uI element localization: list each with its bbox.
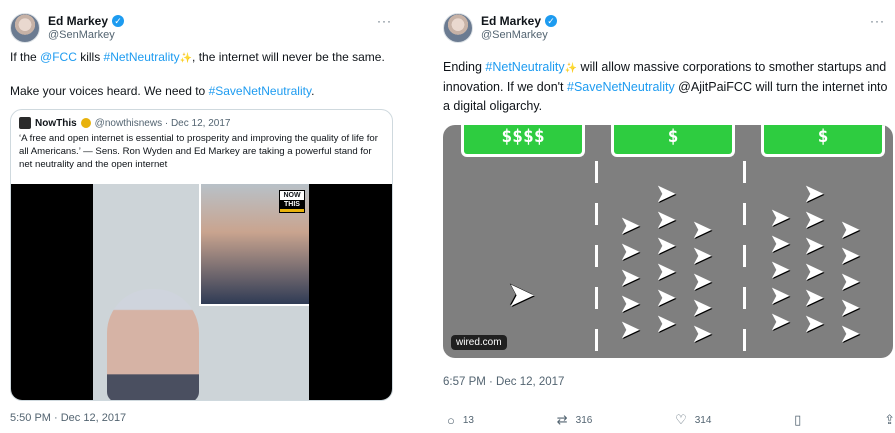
- timestamp[interactable]: 5:50 PM · Dec 12, 2017: [10, 412, 126, 424]
- handle[interactable]: @SenMarkey: [481, 28, 557, 42]
- cursor-stack-icon: ➤ ➤ ➤ ➤ ➤: [691, 215, 713, 349]
- cursor-stack-icon: ➤ ➤ ➤ ➤ ➤: [619, 211, 641, 345]
- quoted-text: ‘A free and open internet is essential t…: [19, 133, 378, 170]
- sparkle-icon: ✨: [179, 53, 193, 64]
- lane-divider: [595, 329, 598, 351]
- retweet-button[interactable]: ⇄ 316: [557, 412, 593, 428]
- text-segment: , the internet will never be the same.: [192, 50, 385, 64]
- lane-header-3: $: [761, 125, 885, 157]
- more-options-icon[interactable]: ···: [870, 14, 885, 28]
- like-button[interactable]: ♡ 314: [675, 412, 711, 428]
- verified-org-icon: [80, 118, 91, 128]
- cursor-stack-icon: ➤ ➤ ➤ ➤ ➤: [839, 215, 861, 349]
- quoted-name: NowThis: [35, 117, 77, 129]
- handle[interactable]: @SenMarkey: [48, 28, 124, 42]
- more-options-icon[interactable]: ···: [377, 14, 392, 28]
- author-block: Ed Markey ✓ @SenMarkey: [48, 14, 125, 42]
- avatar[interactable]: [443, 13, 473, 43]
- lane-divider: [743, 245, 746, 267]
- lane-divider: [743, 287, 746, 309]
- mention-link[interactable]: @FCC: [40, 50, 77, 64]
- retweet-icon: ⇄: [556, 412, 568, 427]
- column-divider: [408, 0, 425, 433]
- lane-header-2: $: [611, 125, 735, 157]
- media-source-label[interactable]: wired.com: [451, 335, 507, 350]
- text-segment: If the: [10, 50, 41, 64]
- text-segment: Make your voices heard. We need to: [10, 84, 209, 98]
- share-button[interactable]: ⇪: [884, 412, 895, 428]
- cursor-stack-icon: ➤ ➤ ➤ ➤ ➤ ➤: [803, 179, 825, 339]
- lane-divider: [595, 287, 598, 309]
- reply-icon: ○: [447, 412, 455, 428]
- bookmark-icon: ▯: [794, 412, 802, 427]
- hashtag-link[interactable]: #SaveNetNeutrality: [209, 84, 312, 98]
- lane-divider: [595, 161, 598, 183]
- hashtag-link[interactable]: #NetNeutrality: [104, 50, 180, 64]
- avatar[interactable]: [10, 13, 40, 43]
- logo-line-2: THIS: [280, 200, 304, 209]
- heart-icon: ♡: [675, 412, 687, 427]
- lane-divider: [743, 203, 746, 225]
- bookmark-button[interactable]: ▯: [794, 412, 801, 428]
- tweet-header: Ed Markey ✓ @SenMarkey: [443, 10, 558, 46]
- tweet-header: Ed Markey ✓ @SenMarkey: [10, 10, 125, 46]
- reply-button[interactable]: ○ 13: [447, 412, 474, 428]
- text-segment: Ending: [443, 60, 486, 74]
- lane-divider: [595, 203, 598, 225]
- nowthis-avatar: [19, 117, 31, 129]
- verified-badge-icon: ✓: [545, 15, 558, 27]
- nowthis-logo: NOW THIS: [279, 190, 305, 213]
- logo-line-1: NOW: [283, 192, 301, 199]
- display-name[interactable]: Ed Markey: [481, 14, 541, 28]
- hashtag-link[interactable]: #SaveNetNeutrality: [567, 80, 675, 94]
- sparkle-icon: ✨: [564, 63, 578, 74]
- action-bar: ○ 13 ⇄ 316 ♡ 314 ▯ ⇪: [447, 412, 895, 428]
- hashtag-link[interactable]: #NetNeutrality: [485, 60, 564, 74]
- tweet-card-left: Ed Markey ✓ @SenMarkey ··· If the @FCC k…: [0, 0, 402, 433]
- lane-header-1: $$$$: [461, 125, 585, 157]
- cursor-arrow-icon: ➤: [507, 276, 536, 314]
- cursor-stack-icon: ➤ ➤ ➤ ➤ ➤ ➤: [655, 179, 677, 339]
- tweet-text: If the @FCC kills #NetNeutrality✨, the i…: [10, 48, 395, 68]
- text-segment: kills: [76, 50, 104, 64]
- quoted-meta: @nowthisnews · Dec 12, 2017: [94, 117, 231, 129]
- share-icon: ⇪: [884, 412, 895, 427]
- retweet-count: 316: [575, 414, 593, 426]
- tweet-text-line2: Make your voices heard. We need to #Save…: [10, 82, 395, 100]
- text-segment: .: [311, 84, 315, 98]
- author-block: Ed Markey ✓ @SenMarkey: [481, 14, 558, 42]
- reply-count: 13: [462, 414, 474, 426]
- like-count: 314: [694, 414, 712, 426]
- tweet-card-right: Ed Markey ✓ @SenMarkey ··· Ending #NetNe…: [431, 0, 895, 433]
- lane-divider: [743, 161, 746, 183]
- quoted-video[interactable]: NOW THIS: [11, 184, 392, 400]
- verified-badge-icon: ✓: [112, 15, 125, 27]
- tweet-media-gif[interactable]: $$$$ $ $ ➤ ➤ ➤ ➤ ➤ ➤ ➤ ➤ ➤ ➤ ➤ ➤ ➤ ➤ ➤ ➤ ➤ ➤ ➤ ➤ ➤ ➤ ➤ ➤ ➤ ➤…: [443, 125, 893, 358]
- quoted-header: NowThis @nowthisnews · Dec 12, 2017: [19, 117, 230, 129]
- speaker-image-left: [107, 289, 199, 400]
- timestamp[interactable]: 6:57 PM · Dec 12, 2017: [443, 376, 564, 388]
- quoted-tweet[interactable]: NowThis @nowthisnews · Dec 12, 2017 ‘A f…: [10, 109, 393, 401]
- lane-divider: [743, 329, 746, 351]
- display-name[interactable]: Ed Markey: [48, 14, 108, 28]
- tweet-text: Ending #NetNeutrality✨ will allow massiv…: [443, 58, 893, 116]
- lane-divider: [595, 245, 598, 267]
